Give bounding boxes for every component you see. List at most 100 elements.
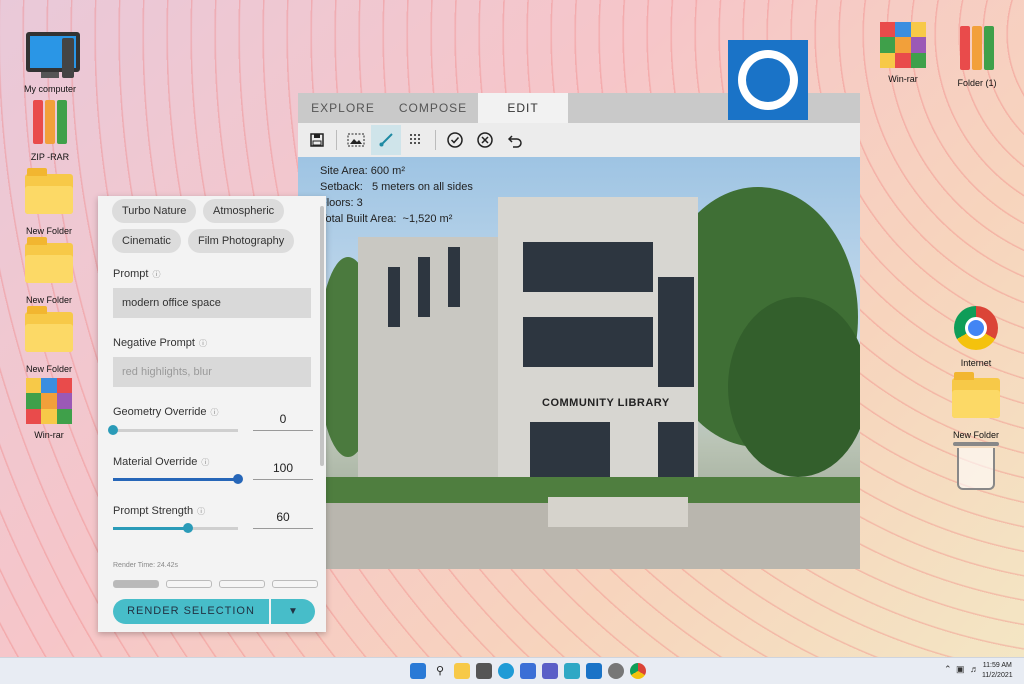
computer-icon	[26, 32, 80, 80]
tray-chevron-icon[interactable]: ⌃	[944, 664, 952, 675]
slider-knob[interactable]	[108, 425, 118, 435]
info-icon[interactable]: ⓘ	[211, 408, 219, 417]
desktop-icon-win-rar[interactable]: Win-rar	[9, 378, 89, 440]
prompt-strength-value[interactable]: 60	[253, 510, 313, 529]
volume-icon[interactable]: ♬	[970, 664, 979, 674]
tab-compose[interactable]: COMPOSE	[388, 93, 478, 123]
binders-icon	[26, 100, 74, 148]
search-icon[interactable]: ⚲	[432, 663, 448, 679]
desktop-icon-label: New Folder	[952, 430, 999, 440]
toolbar-divider	[435, 130, 436, 150]
site-info: Site Area: 600 m² Setback: 5 meters on a…	[320, 163, 473, 227]
site-info-line: Setback: 5 meters on all sides	[320, 181, 473, 193]
store-icon[interactable]	[520, 663, 536, 679]
variation-slot[interactable]	[272, 580, 318, 588]
desktop-icon-new-folder-right[interactable]: New Folder	[936, 372, 1016, 440]
site-info-line: Total Built Area: ~1,520 m²	[320, 213, 453, 225]
geometry-override-slider[interactable]	[108, 425, 238, 435]
building-window	[658, 422, 694, 482]
start-icon[interactable]	[410, 663, 426, 679]
building-window	[388, 267, 400, 327]
negative-prompt-input[interactable]: red highlights, blur	[113, 357, 311, 387]
prompt-input[interactable]: modern office space	[113, 288, 311, 318]
taskbar: ⚲ ⌃ ▣ ♬ 11:59 AM 11/2/2021	[0, 657, 1024, 684]
negative-prompt-label: Negative Prompt	[113, 337, 195, 349]
info-icon[interactable]: ⓘ	[197, 507, 205, 516]
variation-slot[interactable]	[219, 580, 265, 588]
toolbar-divider	[336, 130, 337, 150]
render-selection-button[interactable]: RENDER SELECTION	[113, 599, 269, 624]
desktop-icon-label: My computer	[23, 84, 76, 94]
desktop-icon-new-folder-1[interactable]: New Folder	[9, 168, 89, 236]
render-time: Render Time: 24.42s	[113, 562, 178, 569]
photos-icon[interactable]	[564, 663, 580, 679]
camera-icon[interactable]	[476, 663, 492, 679]
desktop-icon-folder-1[interactable]: Folder (1)	[937, 26, 1017, 88]
grid-icon[interactable]	[401, 125, 431, 155]
building-window	[448, 247, 460, 307]
variation-slot[interactable]	[113, 580, 159, 588]
style-chip-cinematic[interactable]: Cinematic	[112, 229, 181, 253]
info-icon[interactable]: ⓘ	[152, 270, 160, 279]
desktop-icon-internet[interactable]: Internet	[936, 306, 1016, 368]
desktop-icon-win-rar-top[interactable]: Win-rar	[863, 22, 943, 84]
chevron-down-icon: ▼	[288, 606, 298, 617]
desktop-icon-label: Win-rar	[34, 430, 64, 440]
tab-edit[interactable]: EDIT	[478, 93, 568, 123]
confirm-icon[interactable]	[440, 125, 470, 155]
style-chip-film-photography[interactable]: Film Photography	[188, 229, 295, 253]
tab-explore[interactable]: EXPLORE	[298, 93, 388, 123]
style-chip-turbo-nature[interactable]: Turbo Nature	[112, 199, 197, 223]
geometry-override-value[interactable]: 0	[253, 412, 313, 431]
desktop-icon-zip-rar[interactable]: ZIP -RAR	[10, 100, 90, 162]
clock-time: 11:59 AM	[982, 662, 1012, 669]
brush-icon[interactable]	[371, 125, 401, 155]
style-chip-atmospheric[interactable]: Atmospheric	[203, 199, 285, 223]
desktop-icon-label: Folder (1)	[957, 78, 997, 88]
variation-slot[interactable]	[166, 580, 212, 588]
clock-date: 11/2/2021	[982, 672, 1013, 679]
system-clock[interactable]: 11:59 AM 11/2/2021	[982, 661, 1013, 681]
render-options-button[interactable]: ▼	[271, 599, 315, 624]
winrar-icon	[25, 378, 73, 426]
desktop-icon-label: New Folder	[25, 364, 72, 374]
prompt-strength-label: Prompt Strength	[113, 505, 194, 517]
undo-icon[interactable]	[500, 125, 530, 155]
slider-knob[interactable]	[233, 474, 243, 484]
teams-icon[interactable]	[542, 663, 558, 679]
tree	[728, 297, 860, 477]
desktop-icon-new-folder-3[interactable]: New Folder	[9, 306, 89, 374]
slider-knob[interactable]	[183, 523, 193, 533]
desktop-icon-new-folder-2[interactable]: New Folder	[9, 237, 89, 305]
desktop-icon-label: Internet	[960, 358, 992, 368]
material-override-value[interactable]: 100	[253, 461, 313, 480]
image-select-icon[interactable]	[341, 125, 371, 155]
info-icon[interactable]: ⓘ	[199, 339, 207, 348]
render-canvas[interactable]: Site Area: 600 m² Setback: 5 meters on a…	[298, 157, 860, 569]
desktop-icon-my-computer[interactable]: My computer	[10, 26, 90, 94]
desktop-icon-recycle-bin[interactable]	[936, 440, 1016, 500]
folder-icon	[25, 237, 73, 291]
site-info-line: Floors: 3	[320, 197, 363, 209]
building-window	[523, 242, 653, 292]
folder-icon[interactable]	[454, 663, 470, 679]
network-icon[interactable]: ▣	[956, 664, 965, 675]
settings-icon[interactable]	[608, 663, 624, 679]
prompt-strength-slider[interactable]	[113, 523, 238, 533]
desktop-icon-label: New Folder	[25, 226, 72, 236]
toolbar	[298, 123, 860, 157]
save-icon[interactable]	[302, 125, 332, 155]
slider-fill	[113, 478, 238, 481]
folder-icon	[25, 306, 73, 360]
cancel-icon[interactable]	[470, 125, 500, 155]
desktop-icon-label: ZIP -RAR	[30, 152, 70, 162]
panel-scrollbar[interactable]	[320, 206, 324, 466]
chrome-icon[interactable]	[630, 663, 646, 679]
trash-icon	[952, 442, 1000, 496]
info-icon[interactable]: ⓘ	[201, 458, 209, 467]
app-taskbar-icon[interactable]	[586, 663, 602, 679]
edge-icon[interactable]	[498, 663, 514, 679]
material-override-slider[interactable]	[113, 474, 243, 484]
desktop-icon-label: Win-rar	[888, 74, 918, 84]
building-sign: COMMUNITY LIBRARY	[542, 397, 670, 409]
